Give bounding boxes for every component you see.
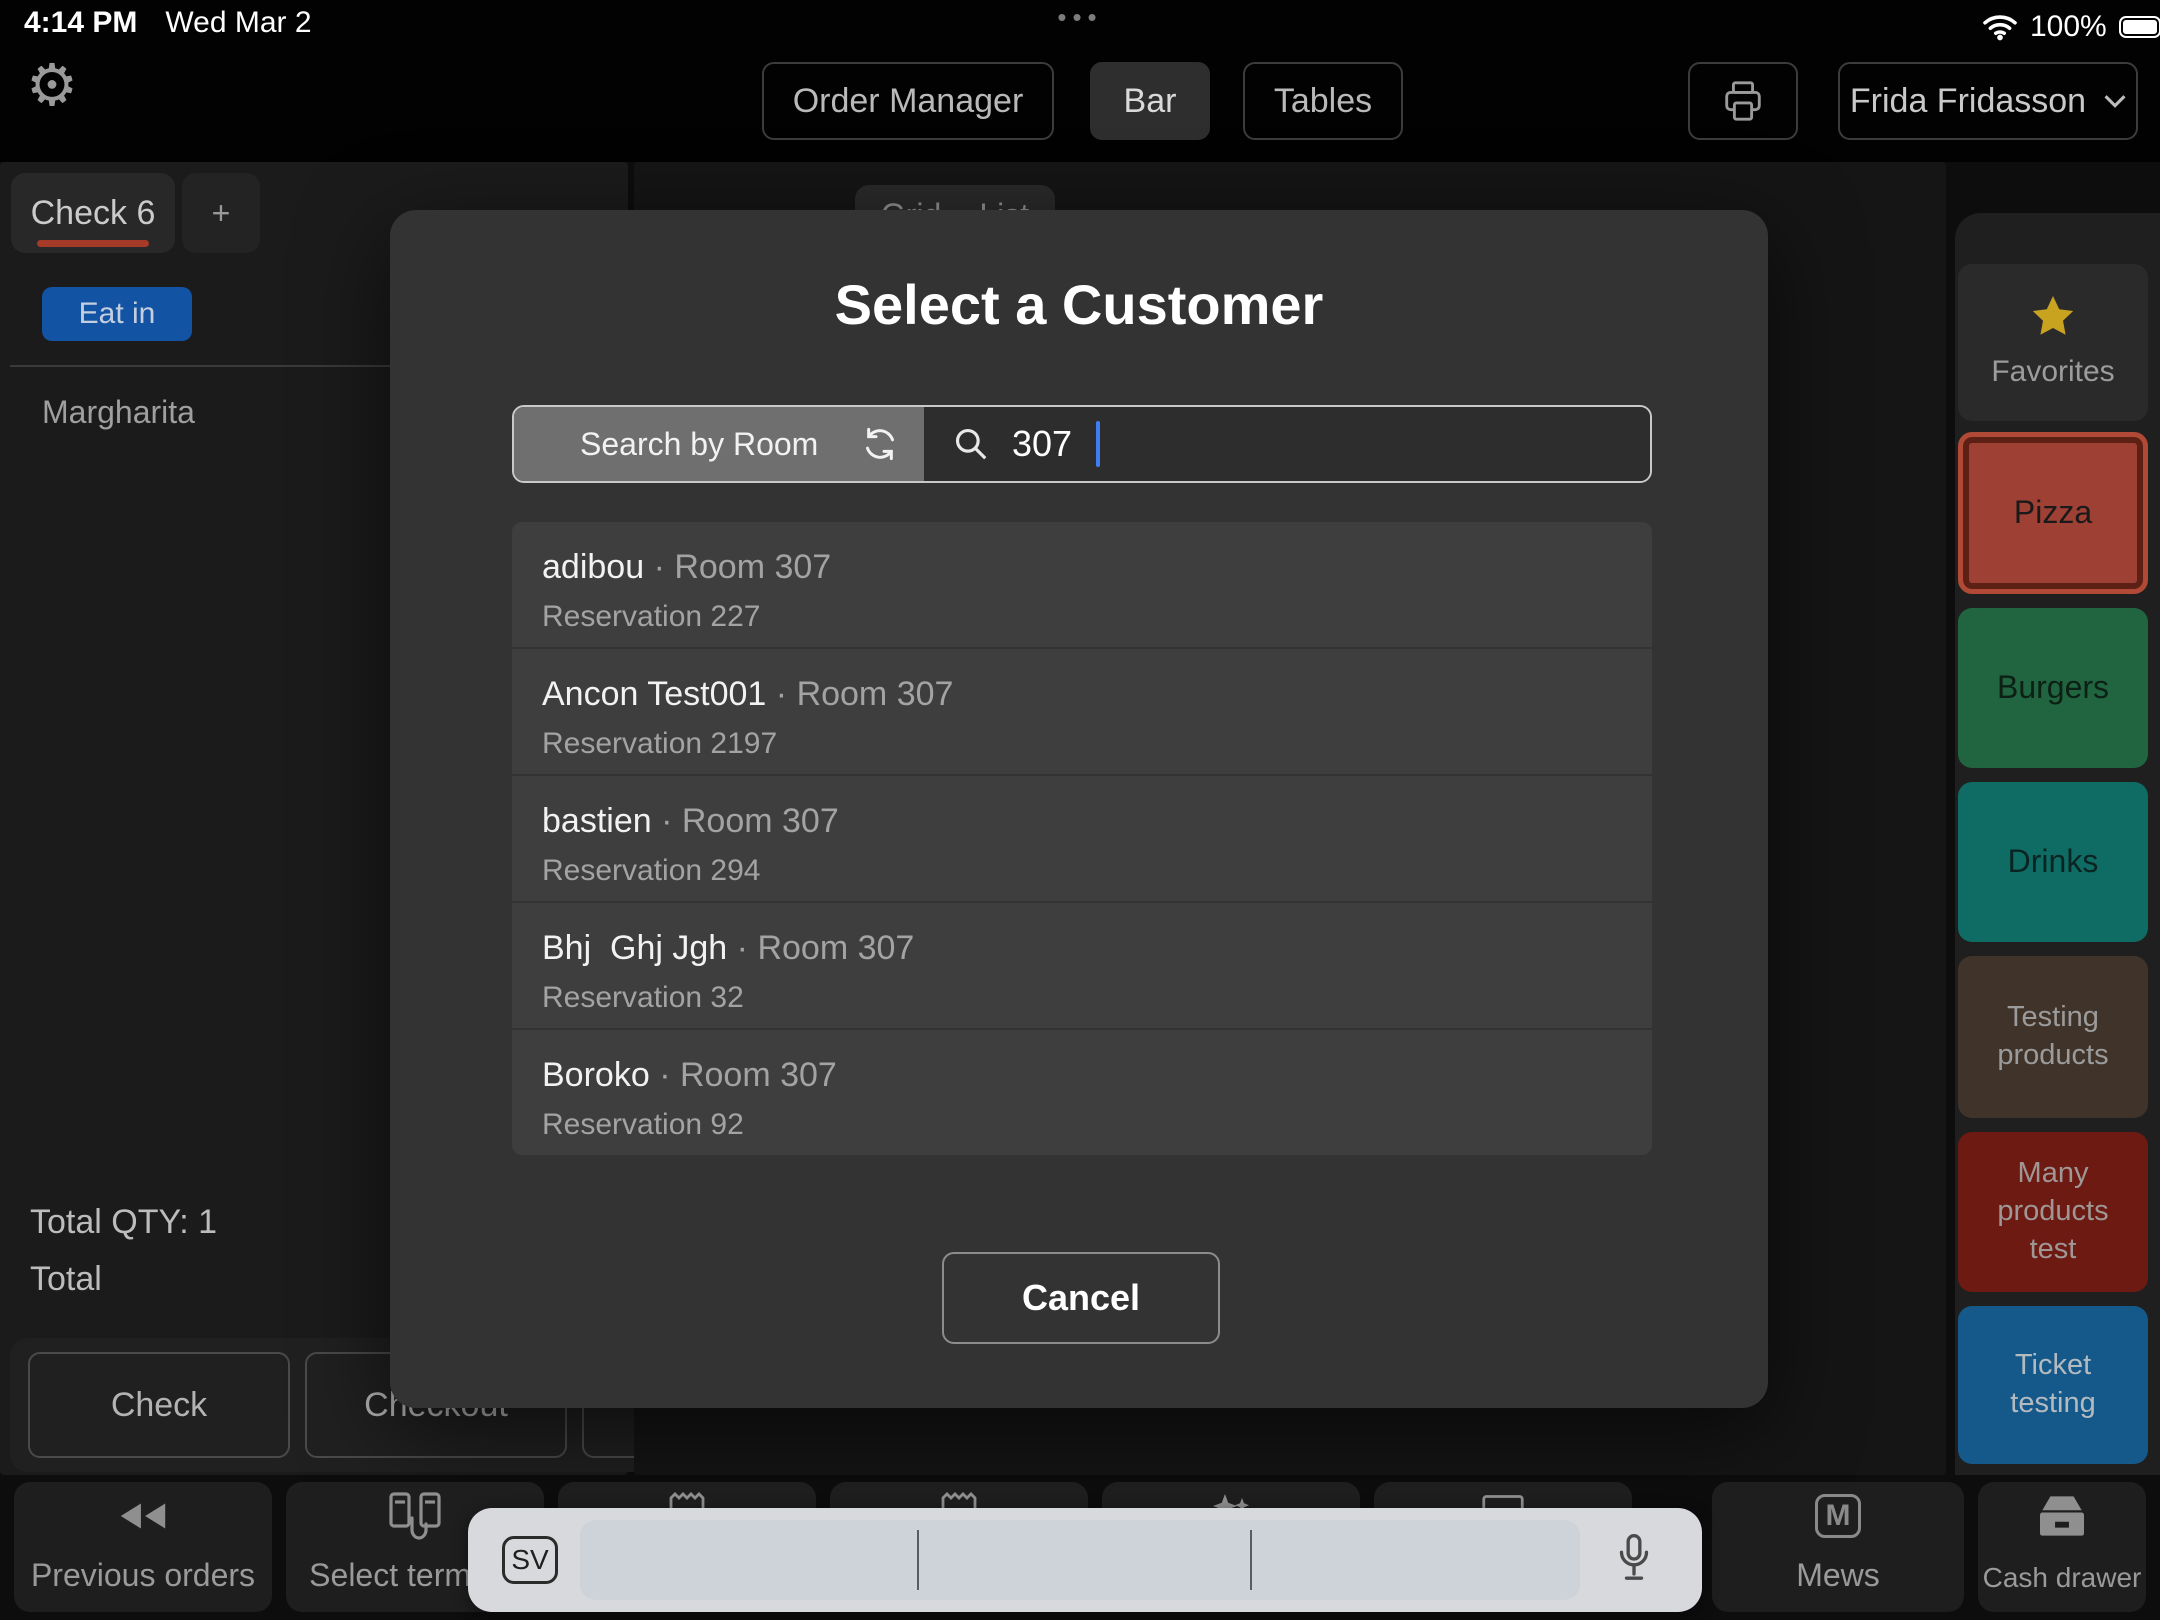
customer-reservation: Reservation 2197 — [542, 727, 777, 761]
mews-label: Mews — [1796, 1557, 1880, 1594]
suggestion-divider — [917, 1530, 919, 1590]
print-button[interactable] — [1688, 62, 1798, 140]
previous-orders-button[interactable]: Previous orders — [14, 1482, 272, 1612]
cash-drawer-button[interactable]: Cash drawer — [1978, 1482, 2146, 1612]
dot-separator: · — [654, 548, 665, 586]
category-tile-pizza[interactable]: Pizza — [1958, 432, 2148, 594]
status-time: 4:14 PM — [24, 6, 137, 40]
dictation-mic-icon[interactable] — [1614, 1528, 1654, 1590]
customer-room: Room 307 — [680, 1056, 837, 1094]
customer-row[interactable]: Ancon Test001 · Room 307 Reservation 219… — [512, 649, 1652, 774]
modal-title: Select a Customer — [390, 272, 1768, 337]
rewind-icon — [118, 1502, 168, 1530]
tab-check-6[interactable]: Check 6 — [11, 173, 175, 253]
category-tile-many-products-test[interactable]: Many products test — [1958, 1132, 2148, 1292]
search-icon — [952, 425, 990, 463]
category-tile-burgers[interactable]: Burgers — [1958, 608, 2148, 768]
favorites-label: Favorites — [1991, 352, 2114, 391]
suggestion-divider — [1250, 1530, 1252, 1590]
user-name: Frida Fridasson — [1850, 82, 2086, 121]
mews-button[interactable]: M Mews — [1712, 1482, 1964, 1612]
tile-label: Testing products — [1972, 999, 2134, 1074]
text-caret — [1096, 421, 1100, 467]
total-qty-label: Total QTY: 1 — [30, 1203, 217, 1242]
check-item-margharita[interactable]: Margharita — [42, 394, 195, 431]
battery-icon — [2119, 16, 2160, 38]
star-icon — [2029, 294, 2077, 340]
wifi-icon — [1982, 13, 2018, 41]
dot-separator: · — [661, 802, 672, 840]
search-mode-selector[interactable]: Search by Room — [514, 407, 924, 481]
tile-label: Ticket testing — [1972, 1347, 2134, 1422]
customer-room: Room 307 — [757, 929, 914, 967]
customer-row[interactable]: adibou · Room 307 Reservation 227 — [512, 522, 1652, 647]
customer-reservation: Reservation 92 — [542, 1108, 744, 1142]
status-dots: ••• — [1040, 2, 1120, 33]
cash-drawer-icon — [2036, 1494, 2088, 1538]
nav-tables-button[interactable]: Tables — [1243, 62, 1403, 140]
tile-label: Drinks — [2008, 841, 2099, 883]
dot-separator: · — [776, 675, 787, 713]
pos-app-screen: 4:14 PM Wed Mar 2 ••• 100% ⚙ Order Manag… — [0, 0, 2160, 1620]
category-tile-testing-products[interactable]: Testing products — [1958, 956, 2148, 1118]
total-label: Total — [30, 1260, 102, 1299]
cash-drawer-label: Cash drawer — [1983, 1562, 2142, 1594]
previous-orders-label: Previous orders — [31, 1557, 255, 1594]
category-tile-ticket-testing[interactable]: Ticket testing — [1958, 1306, 2148, 1464]
payment-terminal-icon — [387, 1490, 443, 1542]
customer-room: Room 307 — [674, 548, 831, 586]
cancel-button[interactable]: Cancel — [942, 1252, 1220, 1344]
category-sidebar: Favorites Pizza Burgers Drinks Testing p… — [1955, 213, 2160, 1475]
customer-name: Boroko — [542, 1056, 650, 1094]
status-date: Wed Mar 2 — [165, 6, 311, 40]
nav-bar-button[interactable]: Bar — [1090, 62, 1210, 140]
nav-order-manager-button[interactable]: Order Manager — [762, 62, 1054, 140]
active-tab-underline — [37, 240, 149, 247]
search-mode-label: Search by Room — [580, 426, 818, 463]
customer-name: Ancon Test001 — [542, 675, 766, 713]
refresh-swap-icon — [860, 424, 900, 464]
customer-room: Room 307 — [797, 675, 954, 713]
customer-search-input[interactable]: 307 — [924, 407, 1650, 481]
add-check-tab-button[interactable]: + — [182, 173, 260, 253]
keyboard-accessory-bar: SV — [468, 1508, 1702, 1612]
status-bar-left: 4:14 PM Wed Mar 2 — [24, 6, 312, 40]
keyboard-suggestion-area[interactable] — [580, 1520, 1580, 1600]
dot-separator: · — [659, 1056, 670, 1094]
check-tab-label: Check 6 — [31, 194, 156, 233]
tile-label: Pizza — [2014, 492, 2092, 534]
printer-icon — [1720, 78, 1766, 124]
customer-name: Bhj Ghj Jgh — [542, 929, 727, 967]
order-type-eat-in-badge[interactable]: Eat in — [42, 287, 192, 341]
customer-reservation: Reservation 32 — [542, 981, 744, 1015]
favorites-tile[interactable]: Favorites — [1958, 264, 2148, 421]
customer-room: Room 307 — [682, 802, 839, 840]
customer-reservation: Reservation 294 — [542, 854, 760, 888]
tile-label: Many products test — [1972, 1155, 2134, 1268]
keyboard-language-key[interactable]: SV — [502, 1536, 558, 1584]
customer-row[interactable]: bastien · Room 307 Reservation 294 — [512, 776, 1652, 901]
customer-result-list: adibou · Room 307 Reservation 227 Ancon … — [512, 522, 1652, 1155]
tile-label: Burgers — [1997, 667, 2109, 709]
check-button[interactable]: Check — [28, 1352, 290, 1458]
status-bar-right: 100% — [1982, 10, 2160, 44]
customer-row[interactable]: Bhj Ghj Jgh · Room 307 Reservation 32 — [512, 903, 1652, 1028]
dot-separator: · — [737, 929, 748, 967]
mews-m-icon: M — [1815, 1494, 1861, 1538]
settings-gear-icon[interactable]: ⚙ — [26, 56, 78, 114]
chevron-down-icon — [2104, 94, 2126, 108]
customer-search-bar: Search by Room 307 — [512, 405, 1652, 483]
user-menu-button[interactable]: Frida Fridasson — [1838, 62, 2138, 140]
customer-name: adibou — [542, 548, 644, 586]
customer-name: bastien — [542, 802, 652, 840]
customer-row[interactable]: Boroko · Room 307 Reservation 92 — [512, 1030, 1652, 1155]
battery-percent: 100% — [2030, 10, 2107, 44]
customer-reservation: Reservation 227 — [542, 600, 760, 634]
search-value: 307 — [1012, 423, 1072, 465]
select-customer-modal: Select a Customer Search by Room — [390, 210, 1768, 1408]
category-tile-drinks[interactable]: Drinks — [1958, 782, 2148, 942]
